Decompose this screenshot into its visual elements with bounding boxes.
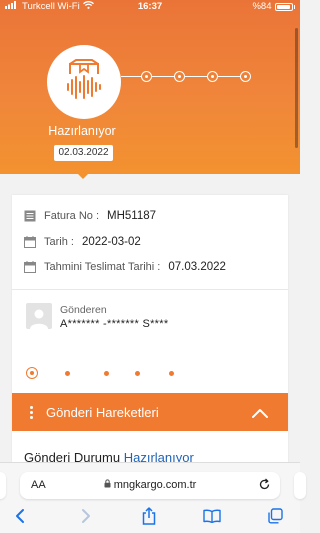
tabs-icon bbox=[267, 507, 283, 529]
url-text: mngkargo.com.tr bbox=[113, 479, 197, 491]
calendar-icon bbox=[24, 261, 36, 273]
progress-step-current bbox=[26, 367, 38, 379]
tabs-button[interactable] bbox=[265, 507, 285, 529]
invoice-row: Fatura No : MH51187 bbox=[24, 210, 156, 222]
date-label: Tarih : bbox=[44, 236, 74, 248]
battery-percentage: %84 bbox=[252, 1, 272, 12]
sender-avatar bbox=[26, 303, 52, 329]
share-button[interactable] bbox=[139, 506, 159, 530]
invoice-value: MH51187 bbox=[107, 210, 157, 222]
progress-step-dot bbox=[104, 371, 109, 376]
shipment-movements-toggle[interactable]: Gönderi Hareketleri bbox=[12, 393, 288, 431]
battery-icon bbox=[274, 2, 293, 11]
kebab-menu-icon[interactable] bbox=[30, 405, 34, 419]
progress-step-5 bbox=[240, 71, 251, 82]
bookmarks-button[interactable] bbox=[202, 508, 222, 528]
progress-step-4 bbox=[207, 71, 218, 82]
invoice-label: Fatura No : bbox=[44, 210, 100, 222]
browser-bottom-bar: AA mngkargo.com.tr bbox=[0, 462, 306, 533]
progress-step-dot bbox=[169, 371, 174, 376]
progress-step-2 bbox=[141, 71, 152, 82]
calendar-icon bbox=[24, 236, 36, 248]
reload-icon[interactable] bbox=[258, 478, 271, 494]
date-value: 2022-03-02 bbox=[81, 236, 141, 248]
divider bbox=[12, 289, 288, 290]
date-row: Tarih : 2022-03-02 bbox=[24, 236, 141, 248]
book-icon bbox=[203, 509, 221, 528]
document-icon bbox=[24, 210, 36, 222]
progress-step-dot bbox=[65, 371, 70, 376]
sender-label: Gönderen bbox=[60, 304, 107, 316]
progress-step-3 bbox=[174, 71, 185, 82]
url-display[interactable]: mngkargo.com.tr bbox=[20, 479, 280, 491]
package-icon bbox=[62, 58, 106, 107]
shipment-status-header: Turkcell Wi-Fi 16:37 %84 Hazırlanıyor 02… bbox=[0, 0, 300, 174]
eta-label: Tahmini Teslimat Tarihi : bbox=[44, 261, 161, 273]
shipment-status-label: Hazırlanıyor bbox=[48, 124, 116, 138]
back-button[interactable] bbox=[10, 508, 30, 528]
address-bar[interactable]: AA mngkargo.com.tr bbox=[20, 472, 280, 499]
page-scrollbar[interactable] bbox=[295, 28, 298, 148]
chevron-right-icon bbox=[80, 508, 92, 529]
sender-name: A******* -******* S**** bbox=[60, 318, 169, 330]
chevron-left-icon bbox=[14, 508, 26, 529]
shipment-movements-title: Gönderi Hareketleri bbox=[46, 404, 159, 420]
chevron-up-icon[interactable] bbox=[252, 406, 268, 421]
next-tab-preview[interactable] bbox=[294, 472, 306, 499]
status-date-badge: 02.03.2022 bbox=[54, 145, 113, 161]
status-icon-circle bbox=[47, 45, 121, 119]
share-icon bbox=[141, 506, 157, 530]
shipment-details-card: Fatura No : MH51187 Tarih : 2022-03-02 T… bbox=[12, 195, 288, 465]
eta-row: Tahmini Teslimat Tarihi : 07.03.2022 bbox=[24, 261, 226, 273]
forward-button[interactable] bbox=[76, 508, 96, 528]
progress-step-dot bbox=[135, 371, 140, 376]
previous-tab-preview[interactable] bbox=[0, 472, 6, 499]
ios-status-bar: Turkcell Wi-Fi 16:37 %84 bbox=[0, 0, 300, 14]
lock-icon bbox=[104, 479, 114, 491]
eta-value: 07.03.2022 bbox=[168, 261, 226, 273]
